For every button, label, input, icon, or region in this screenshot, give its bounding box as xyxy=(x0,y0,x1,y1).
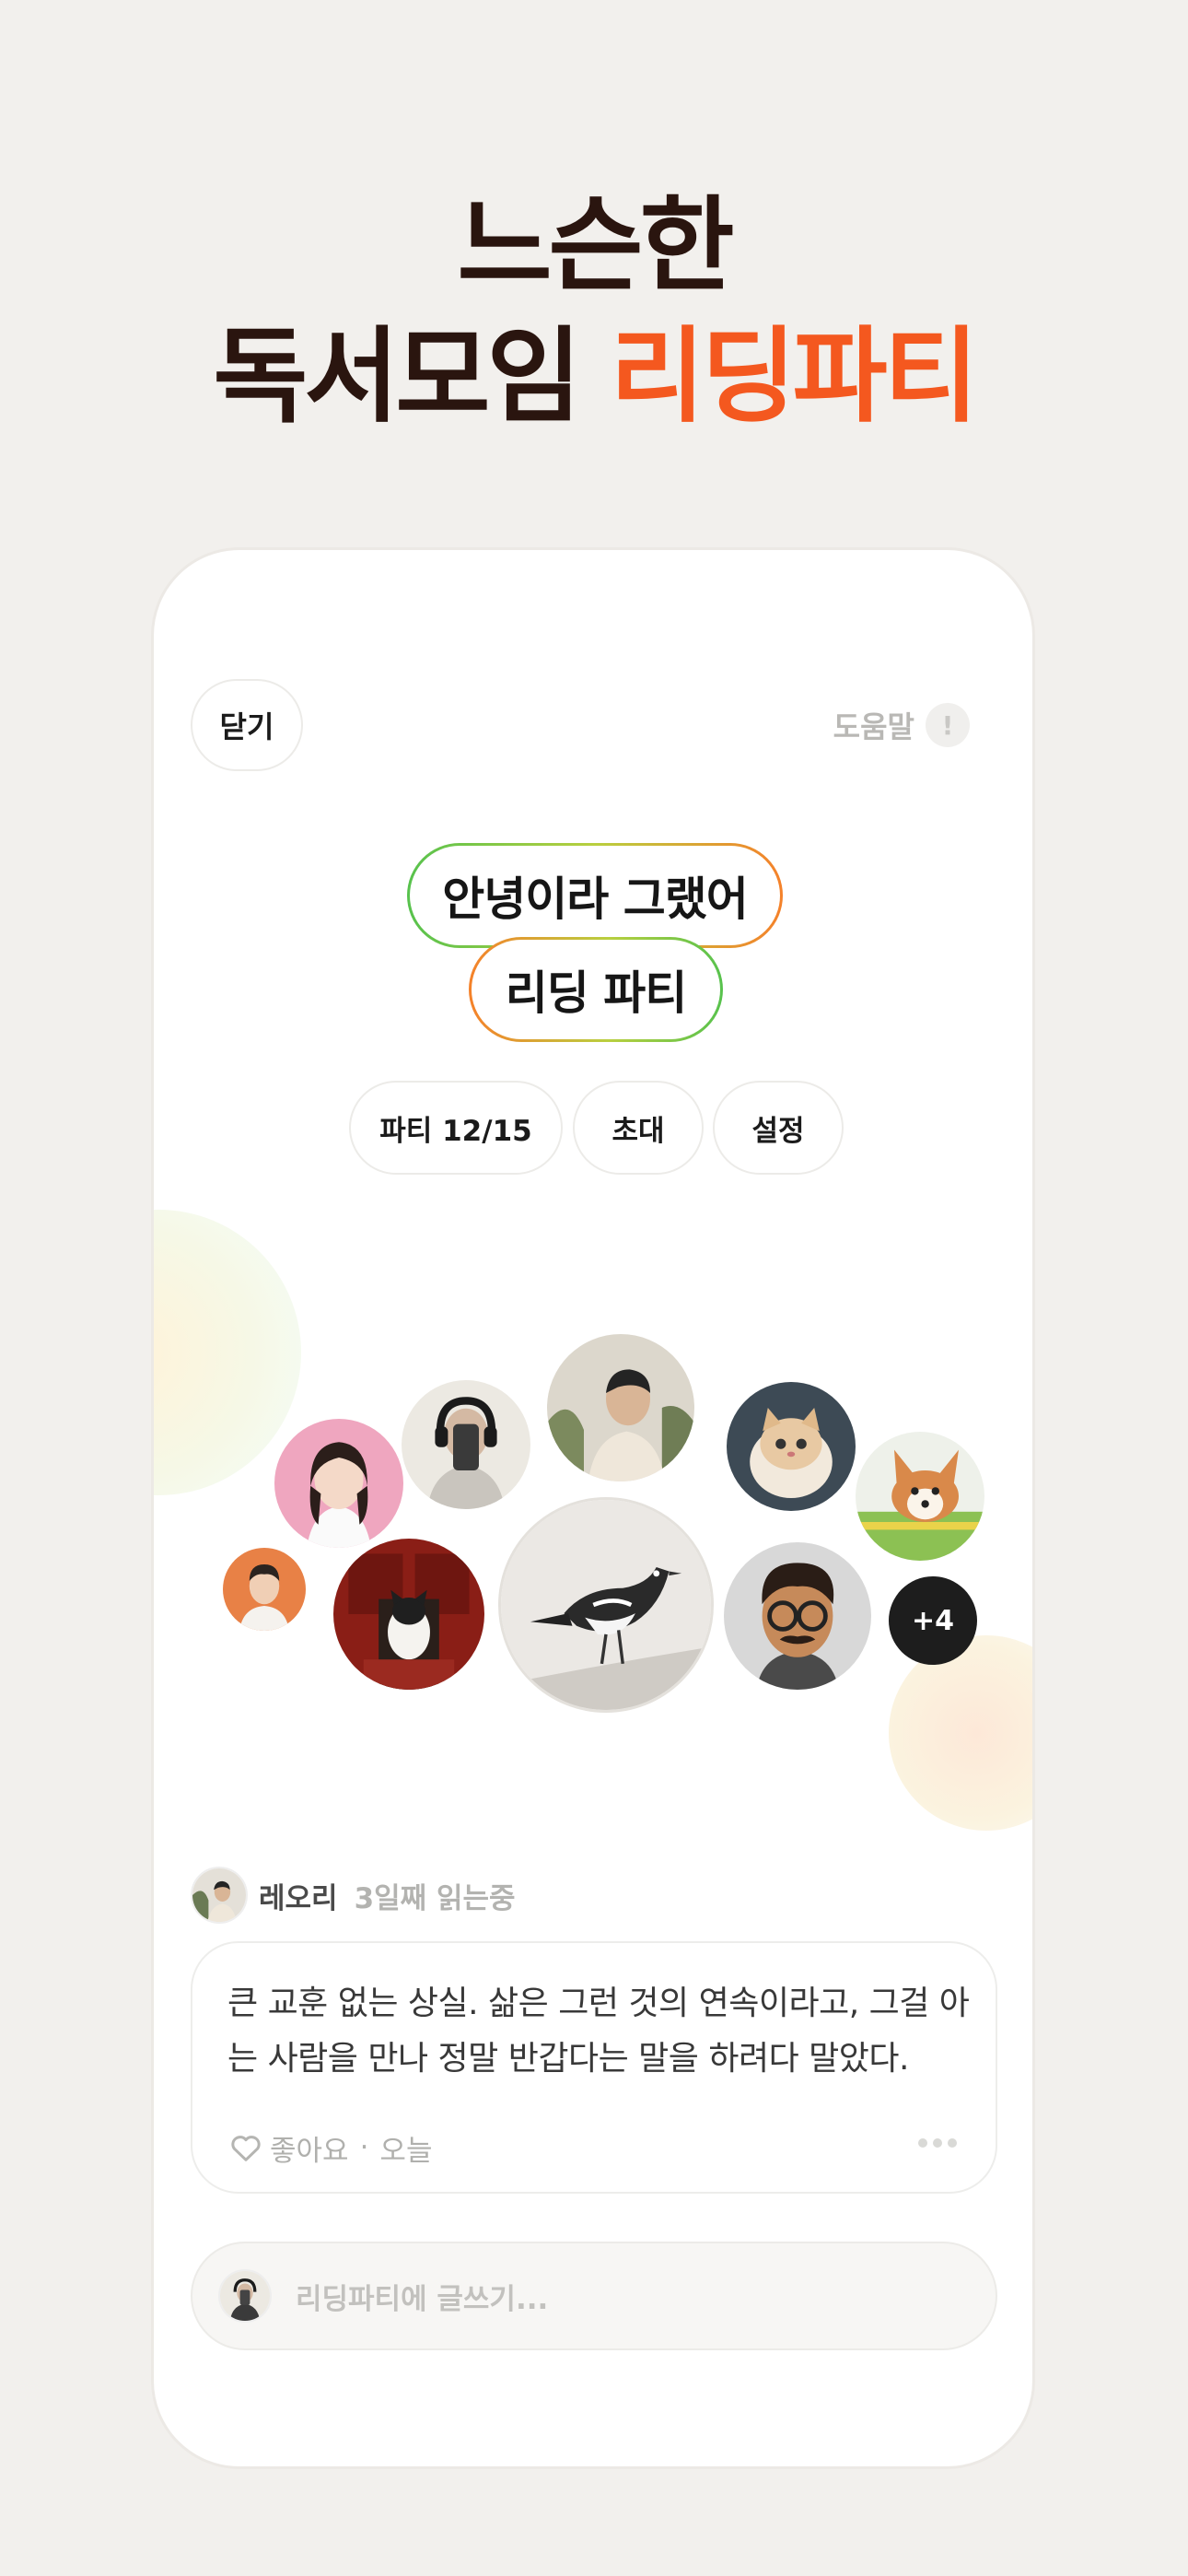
my-photo-icon xyxy=(220,2271,270,2321)
member-avatar[interactable] xyxy=(331,1536,487,1692)
corgi-icon xyxy=(856,1432,984,1561)
invite-button[interactable]: 초대 xyxy=(573,1081,704,1175)
author-photo-icon xyxy=(192,1868,246,1922)
heart-icon[interactable] xyxy=(227,2129,264,2166)
headline-accent: 리딩파티 xyxy=(610,317,978,437)
man-portrait-icon xyxy=(223,1548,306,1631)
phone-selfie-icon xyxy=(402,1380,530,1509)
member-avatar[interactable] xyxy=(544,1331,697,1484)
party-name-tag: 리딩 파티 xyxy=(469,937,723,1042)
post-time: 오늘 xyxy=(379,2134,433,2168)
post-composer[interactable]: 리딩파티에 글쓰기... xyxy=(191,2242,997,2350)
headline: 느슨한 독서모임 리딩파티 xyxy=(0,181,1188,442)
post-card[interactable]: 큰 교훈 없는 상실. 삶은 그런 것의 연속이라고, 그걸 아는 사람을 만나… xyxy=(191,1941,997,2194)
member-avatar[interactable] xyxy=(853,1429,987,1563)
composer-placeholder: 리딩파티에 글쓰기... xyxy=(296,2282,549,2316)
member-avatar[interactable] xyxy=(272,1416,406,1551)
my-avatar xyxy=(218,2269,272,2323)
headline-line2: 독서모임 리딩파티 xyxy=(0,311,1188,442)
settings-button[interactable]: 설정 xyxy=(713,1081,844,1175)
member-avatar[interactable] xyxy=(721,1540,874,1692)
party-members-button[interactable]: 파티 12/15 xyxy=(349,1081,563,1175)
book-title: 안녕이라 그랬어 xyxy=(410,846,780,945)
member-avatar[interactable] xyxy=(498,1497,714,1713)
party-name: 리딩 파티 xyxy=(472,940,720,1039)
member-avatar[interactable] xyxy=(220,1545,309,1633)
help-button[interactable]: 도움말 ! xyxy=(833,701,970,749)
reading-status: 3일째 읽는중 xyxy=(354,1881,516,1915)
headline-line1: 느슨한 xyxy=(457,186,734,306)
help-label: 도움말 xyxy=(833,709,914,744)
close-button[interactable]: 닫기 xyxy=(191,679,303,771)
decor-blob xyxy=(889,1635,1032,1831)
member-avatar[interactable] xyxy=(399,1377,533,1512)
post-author-row: 레오리 3일째 읽는중 xyxy=(191,1866,516,1925)
memoji-icon xyxy=(724,1542,871,1690)
cat-window-icon xyxy=(333,1539,484,1690)
post-body: 큰 교훈 없는 상실. 삶은 그런 것의 연속이라고, 그걸 아는 사람을 만나… xyxy=(227,1985,970,2078)
post-meta: 좋아요 · 오늘 xyxy=(227,2127,432,2168)
headline-prefix: 독서모임 xyxy=(213,317,611,437)
book-title-tag: 안녕이라 그랬어 xyxy=(407,843,783,948)
meta-separator: · xyxy=(359,2131,369,2164)
cat-icon xyxy=(727,1382,856,1511)
bird-icon xyxy=(501,1500,711,1710)
more-members-badge[interactable]: +4 xyxy=(889,1576,977,1665)
member-avatar[interactable] xyxy=(724,1379,858,1514)
woman-portrait-icon xyxy=(274,1419,403,1548)
more-options-icon[interactable] xyxy=(918,2138,957,2148)
author-name[interactable]: 레오리 xyxy=(259,1875,338,1916)
man-profile-icon xyxy=(547,1334,694,1481)
author-avatar[interactable] xyxy=(191,1867,248,1924)
like-label[interactable]: 좋아요 xyxy=(270,2127,349,2169)
phone-screen: 닫기 도움말 ! 안녕이라 그랬어 리딩 파티 파티 12/15 초대 설정 +… xyxy=(151,547,1035,2469)
exclamation-icon: ! xyxy=(926,703,970,747)
